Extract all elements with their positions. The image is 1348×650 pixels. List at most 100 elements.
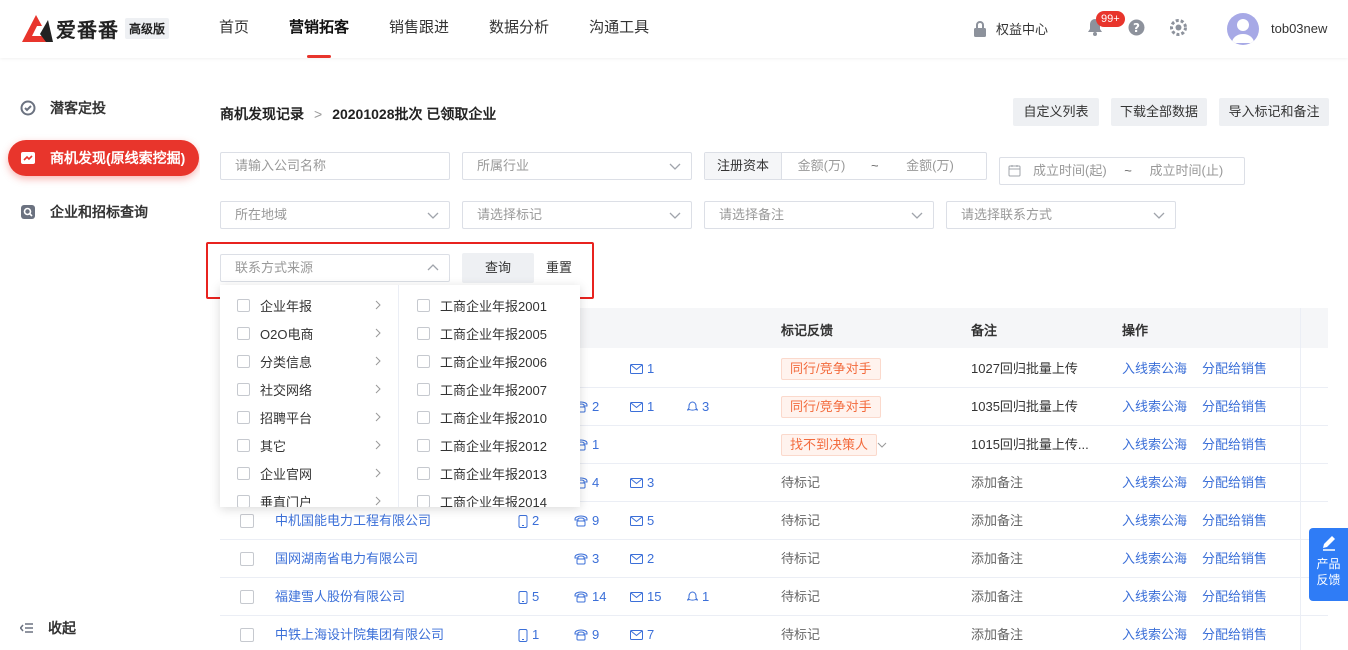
move-to-pool-link[interactable]: 入线索公海 bbox=[1122, 388, 1187, 426]
mark-pending[interactable]: 待标记 bbox=[781, 616, 820, 650]
industry-select[interactable]: 所属行业 bbox=[462, 152, 692, 180]
nav-home[interactable]: 首页 bbox=[219, 0, 249, 58]
move-to-pool-link[interactable]: 入线索公海 bbox=[1122, 426, 1187, 464]
email-count[interactable]: 1 bbox=[630, 350, 654, 388]
mobile-count[interactable]: 5 bbox=[518, 578, 539, 616]
dropdown-option-item[interactable]: 工商企业年报2005 bbox=[400, 319, 580, 347]
dropdown-option-item[interactable]: 工商企业年报2014 bbox=[400, 487, 580, 507]
option-checkbox[interactable] bbox=[417, 382, 430, 396]
mark-tag[interactable]: 同行/竞争对手 bbox=[781, 396, 881, 418]
company-name-link[interactable]: 中机国能电力工程有限公司 bbox=[275, 502, 431, 540]
username[interactable]: tob03new bbox=[1271, 21, 1327, 36]
phone-count[interactable]: 3 bbox=[574, 540, 599, 578]
founding-date-range[interactable]: 成立时间(起) ~ 成立时间(止) bbox=[999, 157, 1245, 185]
row-note[interactable]: 添加备注 bbox=[971, 502, 1023, 540]
move-to-pool-link[interactable]: 入线索公海 bbox=[1122, 616, 1187, 650]
contact-source-select[interactable]: 联系方式来源 bbox=[220, 254, 450, 282]
qq-count[interactable]: 3 bbox=[687, 388, 709, 426]
option-checkbox[interactable] bbox=[237, 354, 250, 368]
dropdown-option-item[interactable]: 工商企业年报2012 bbox=[400, 431, 580, 459]
option-checkbox[interactable] bbox=[237, 298, 250, 312]
amount-max-input[interactable]: 金额(万) bbox=[906, 158, 954, 173]
assign-to-sales-link[interactable]: 分配给销售 bbox=[1202, 350, 1267, 388]
email-count[interactable]: 1 bbox=[630, 388, 654, 426]
dropdown-category-item[interactable]: 企业年报 bbox=[220, 291, 398, 319]
chevron-down-icon[interactable] bbox=[877, 441, 887, 449]
move-to-pool-link[interactable]: 入线索公海 bbox=[1122, 578, 1187, 616]
company-name-link[interactable]: 福建雪人股份有限公司 bbox=[275, 578, 405, 616]
company-name-link[interactable]: 中铁上海设计院集团有限公司 bbox=[275, 616, 444, 650]
dropdown-category-item[interactable]: 分类信息 bbox=[220, 347, 398, 375]
dropdown-option-item[interactable]: 工商企业年报2006 bbox=[400, 347, 580, 375]
qq-count[interactable]: 1 bbox=[687, 578, 709, 616]
row-note[interactable]: 添加备注 bbox=[971, 464, 1023, 502]
option-checkbox[interactable] bbox=[417, 326, 430, 340]
download-all-button[interactable]: 下载全部数据 bbox=[1111, 98, 1207, 126]
assign-to-sales-link[interactable]: 分配给销售 bbox=[1202, 578, 1267, 616]
move-to-pool-link[interactable]: 入线索公海 bbox=[1122, 502, 1187, 540]
dropdown-option-item[interactable]: 工商企业年报2007 bbox=[400, 375, 580, 403]
assign-to-sales-link[interactable]: 分配给销售 bbox=[1202, 540, 1267, 578]
option-checkbox[interactable] bbox=[237, 382, 250, 396]
mark-tag[interactable]: 同行/竞争对手 bbox=[781, 358, 881, 380]
row-note[interactable]: 添加备注 bbox=[971, 616, 1023, 650]
option-checkbox[interactable] bbox=[237, 326, 250, 340]
row-checkbox[interactable] bbox=[240, 628, 254, 642]
company-name-link[interactable]: 国网湖南省电力有限公司 bbox=[275, 540, 418, 578]
email-count[interactable]: 2 bbox=[630, 540, 654, 578]
mark-tag[interactable]: 找不到决策人 bbox=[781, 434, 878, 456]
mobile-count[interactable]: 1 bbox=[518, 616, 539, 650]
phone-count[interactable]: 14 bbox=[574, 578, 606, 616]
logo[interactable]: 爱番番 高级版 bbox=[20, 12, 170, 44]
mark-pending[interactable]: 待标记 bbox=[781, 464, 820, 502]
dropdown-option-item[interactable]: 工商企业年报2010 bbox=[400, 403, 580, 431]
option-checkbox[interactable] bbox=[417, 466, 430, 480]
sidebar-item-enterprise-query[interactable]: 企业和招标查询 bbox=[8, 194, 200, 230]
option-checkbox[interactable] bbox=[417, 354, 430, 368]
option-checkbox[interactable] bbox=[417, 298, 430, 312]
row-note[interactable]: 添加备注 bbox=[971, 578, 1023, 616]
email-count[interactable]: 5 bbox=[630, 502, 654, 540]
row-note[interactable]: 1027回归批量上传 bbox=[971, 350, 1078, 388]
company-name-input[interactable]: 请输入公司名称 bbox=[220, 152, 450, 180]
contact-method-select[interactable]: 请选择联系方式 bbox=[946, 201, 1176, 229]
dropdown-category-item[interactable]: 垂直门户 bbox=[220, 487, 398, 507]
dropdown-category-item[interactable]: 招聘平台 bbox=[220, 403, 398, 431]
rights-center-link[interactable]: 权益中心 bbox=[972, 19, 1048, 38]
mark-pending[interactable]: 待标记 bbox=[781, 578, 820, 616]
region-select[interactable]: 所在地域 bbox=[220, 201, 450, 229]
phone-count[interactable]: 9 bbox=[574, 502, 599, 540]
option-checkbox[interactable] bbox=[417, 410, 430, 424]
assign-to-sales-link[interactable]: 分配给销售 bbox=[1202, 502, 1267, 540]
option-checkbox[interactable] bbox=[237, 438, 250, 452]
note-select[interactable]: 请选择备注 bbox=[704, 201, 934, 229]
product-feedback-button[interactable]: 产品 反馈 bbox=[1309, 528, 1348, 601]
email-count[interactable]: 3 bbox=[630, 464, 654, 502]
dropdown-option-item[interactable]: 工商企业年报2013 bbox=[400, 459, 580, 487]
option-checkbox[interactable] bbox=[417, 494, 430, 507]
row-note[interactable]: 1015回归批量上传... bbox=[971, 426, 1089, 464]
dropdown-category-item[interactable]: O2O电商 bbox=[220, 319, 398, 347]
row-note[interactable]: 1035回归批量上传 bbox=[971, 388, 1078, 426]
import-marks-button[interactable]: 导入标记和备注 bbox=[1219, 98, 1329, 126]
nav-marketing[interactable]: 营销拓客 bbox=[289, 0, 349, 58]
email-count[interactable]: 15 bbox=[630, 578, 661, 616]
move-to-pool-link[interactable]: 入线索公海 bbox=[1122, 464, 1187, 502]
avatar[interactable] bbox=[1227, 13, 1259, 45]
row-checkbox[interactable] bbox=[240, 552, 254, 566]
option-checkbox[interactable] bbox=[237, 494, 250, 507]
nav-communication[interactable]: 沟通工具 bbox=[589, 0, 649, 58]
custom-columns-button[interactable]: 自定义列表 bbox=[1013, 98, 1099, 126]
amount-min-input[interactable]: 金额(万) bbox=[798, 158, 846, 173]
mark-pending[interactable]: 待标记 bbox=[781, 502, 820, 540]
move-to-pool-link[interactable]: 入线索公海 bbox=[1122, 540, 1187, 578]
nav-sales-followup[interactable]: 销售跟进 bbox=[389, 0, 449, 58]
mark-select[interactable]: 请选择标记 bbox=[462, 201, 692, 229]
query-button[interactable]: 查询 bbox=[462, 253, 534, 283]
row-note[interactable]: 添加备注 bbox=[971, 540, 1023, 578]
assign-to-sales-link[interactable]: 分配给销售 bbox=[1202, 388, 1267, 426]
option-checkbox[interactable] bbox=[237, 410, 250, 424]
mobile-count[interactable]: 2 bbox=[518, 502, 539, 540]
assign-to-sales-link[interactable]: 分配给销售 bbox=[1202, 616, 1267, 650]
nav-data-analysis[interactable]: 数据分析 bbox=[489, 0, 549, 58]
